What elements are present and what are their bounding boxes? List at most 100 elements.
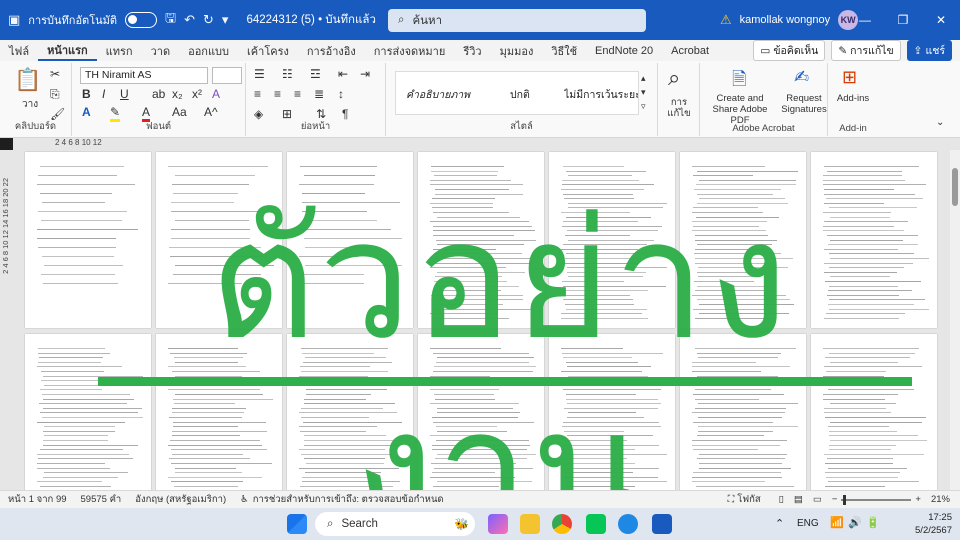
change-case-icon[interactable]: Aa bbox=[172, 105, 187, 119]
align-right-icon[interactable]: ≡ bbox=[294, 87, 301, 101]
search-input[interactable]: ⌕ ค้นหา bbox=[388, 9, 646, 32]
style-no-spacing[interactable]: ไม่มีการเว้นระยะห่ bbox=[564, 86, 638, 103]
line-spacing-icon[interactable]: ↕ bbox=[338, 87, 344, 101]
grow-font-icon[interactable]: A^ bbox=[204, 105, 218, 119]
tab-draw[interactable]: วาด bbox=[142, 40, 180, 61]
minimize-icon[interactable]: — bbox=[846, 0, 884, 40]
search-placeholder: ค้นหา bbox=[412, 14, 443, 27]
request-signatures-icon[interactable]: ✍ bbox=[794, 67, 809, 88]
text-effects-icon[interactable]: A bbox=[82, 105, 91, 119]
subscript-button[interactable]: x₂ bbox=[172, 87, 183, 101]
paste-icon[interactable]: 📋 bbox=[14, 67, 41, 93]
ruler-left-labels: 2 4 6 8 10 12 14 16 18 20 22 bbox=[1, 178, 10, 274]
align-center-icon[interactable]: ≡ bbox=[274, 87, 281, 101]
chevron-up-icon[interactable]: ⌃ bbox=[775, 517, 784, 530]
editing-button[interactable]: ✎ การแก้ไข bbox=[831, 40, 901, 61]
find-icon[interactable]: ⌕ bbox=[668, 65, 680, 91]
strikethrough-button[interactable]: ab bbox=[152, 87, 165, 101]
clear-format-icon[interactable]: A bbox=[212, 87, 220, 101]
tab-design[interactable]: ออกแบบ bbox=[179, 40, 238, 61]
save-icon[interactable]: 🖫 bbox=[165, 9, 176, 31]
underline-button[interactable]: U bbox=[120, 87, 129, 101]
style-caption[interactable]: คำอธิบายภาพ bbox=[406, 86, 470, 103]
superscript-button[interactable]: x² bbox=[192, 87, 202, 101]
copilot-icon[interactable] bbox=[488, 514, 508, 534]
tab-mailings[interactable]: การส่งจดหมาย bbox=[365, 40, 455, 61]
tab-file[interactable]: ไฟล์ bbox=[0, 40, 38, 61]
print-layout-icon[interactable]: ▤ bbox=[794, 494, 803, 505]
accessibility-status[interactable]: การช่วยสำหรับการเข้าถึง: ตรวจสอบข้อกำหนด bbox=[253, 492, 444, 507]
word-count[interactable]: 59575 คำ bbox=[81, 492, 122, 507]
zoom-level[interactable]: 21% bbox=[931, 494, 950, 505]
vertical-scrollbar[interactable] bbox=[950, 150, 960, 490]
multilevel-icon[interactable]: ☲ bbox=[310, 67, 321, 81]
align-left-icon[interactable]: ≡ bbox=[254, 87, 261, 101]
editing-label[interactable]: การ แก้ไข bbox=[664, 97, 694, 119]
tab-references[interactable]: การอ้างอิง bbox=[298, 40, 365, 61]
close-icon[interactable]: ✕ bbox=[922, 0, 960, 40]
document-title[interactable]: 64224312 (5) • บันทึกแล้ว bbox=[246, 11, 375, 29]
user-name[interactable]: kamollak wongnoy bbox=[740, 14, 831, 26]
zoom-in-icon[interactable]: + bbox=[915, 494, 921, 505]
tab-insert[interactable]: แทรก bbox=[97, 40, 142, 61]
styles-scroll-up-icon[interactable]: ▴ bbox=[641, 73, 646, 84]
paste-label[interactable]: วาง bbox=[22, 97, 38, 112]
chrome-icon[interactable] bbox=[552, 514, 572, 534]
addins-button[interactable]: Add-ins bbox=[832, 93, 874, 104]
cut-icon[interactable]: ✂ bbox=[50, 67, 60, 81]
tab-endnote[interactable]: EndNote 20 bbox=[586, 40, 662, 61]
tab-home[interactable]: หน้าแรก bbox=[38, 40, 97, 61]
tab-layout[interactable]: เค้าโครง bbox=[238, 40, 298, 61]
zoom-slider-thumb[interactable] bbox=[843, 494, 847, 505]
bold-button[interactable]: B bbox=[82, 87, 91, 101]
tab-help[interactable]: วิธีใช้ bbox=[542, 40, 586, 61]
font-group: TH Niramit AS B I U ab x₂ x² A A ✎ A Aa … bbox=[72, 63, 246, 136]
input-language[interactable]: ENG bbox=[797, 518, 819, 529]
text-line bbox=[38, 175, 117, 176]
numbering-icon[interactable]: ☷ bbox=[282, 67, 293, 81]
zoom-slider[interactable] bbox=[841, 494, 912, 505]
bullets-icon[interactable]: ☰ bbox=[254, 67, 265, 81]
restore-icon[interactable]: ❐ bbox=[884, 0, 922, 40]
read-mode-icon[interactable]: ▯ bbox=[779, 494, 784, 505]
addins-icon[interactable]: ⊞ bbox=[842, 67, 857, 88]
word-taskbar-icon[interactable] bbox=[652, 514, 672, 534]
edge-icon[interactable] bbox=[618, 514, 638, 534]
zoom-out-icon[interactable]: − bbox=[832, 494, 838, 505]
focus-button[interactable]: โฟกัส bbox=[737, 492, 760, 507]
autosave-toggle[interactable] bbox=[125, 12, 158, 28]
share-button[interactable]: ⇪ แชร์ bbox=[906, 40, 952, 61]
clock[interactable]: 17:25 5/2/2567 bbox=[915, 511, 952, 537]
tab-view[interactable]: มุมมอง bbox=[491, 40, 543, 61]
web-layout-icon[interactable]: ▭ bbox=[813, 494, 822, 505]
decrease-indent-icon[interactable]: ⇤ bbox=[338, 67, 348, 81]
styles-scroll-down-icon[interactable]: ▾ bbox=[641, 87, 646, 98]
request-signatures-button[interactable]: Request Signatures bbox=[780, 93, 828, 115]
undo-icon[interactable]: ↶ bbox=[184, 12, 195, 28]
file-explorer-icon[interactable] bbox=[520, 514, 540, 534]
windows-start-icon[interactable] bbox=[287, 514, 307, 534]
tab-review[interactable]: รีวิว bbox=[454, 40, 490, 61]
increase-indent-icon[interactable]: ⇥ bbox=[360, 67, 370, 81]
copy-icon[interactable]: ⎘ bbox=[50, 87, 60, 102]
language-indicator[interactable]: อังกฤษ (สหรัฐอเมริกา) bbox=[135, 492, 226, 507]
page-count[interactable]: หน้า 1 จาก 99 bbox=[8, 492, 67, 507]
italic-button[interactable]: I bbox=[102, 87, 105, 101]
redo-icon[interactable]: ↻ bbox=[203, 12, 214, 28]
battery-icon[interactable]: 🔋 bbox=[866, 516, 880, 529]
paragraph-label: ย่อหน้า bbox=[300, 121, 331, 132]
taskbar-search[interactable]: ⌕ Search 🐝 bbox=[315, 512, 475, 536]
font-name-select[interactable]: TH Niramit AS bbox=[80, 67, 208, 84]
create-pdf-button[interactable]: Create and Share Adobe PDF bbox=[704, 93, 776, 126]
font-size-select[interactable] bbox=[212, 67, 242, 84]
volume-icon[interactable]: 🔊 bbox=[848, 516, 862, 529]
justify-icon[interactable]: ≣ bbox=[314, 87, 324, 101]
wifi-icon[interactable]: 📶 bbox=[830, 516, 844, 529]
comments-button[interactable]: ▭ ข้อคิดเห็น bbox=[753, 40, 826, 61]
customize-qat-icon[interactable]: ▾ bbox=[222, 12, 229, 28]
styles-more-icon[interactable]: ▿ bbox=[641, 101, 646, 112]
style-normal[interactable]: ปกติ bbox=[510, 86, 530, 103]
collapse-ribbon-icon[interactable]: ⌄ bbox=[936, 117, 944, 128]
tab-acrobat[interactable]: Acrobat bbox=[662, 40, 718, 61]
line-icon[interactable] bbox=[586, 514, 606, 534]
